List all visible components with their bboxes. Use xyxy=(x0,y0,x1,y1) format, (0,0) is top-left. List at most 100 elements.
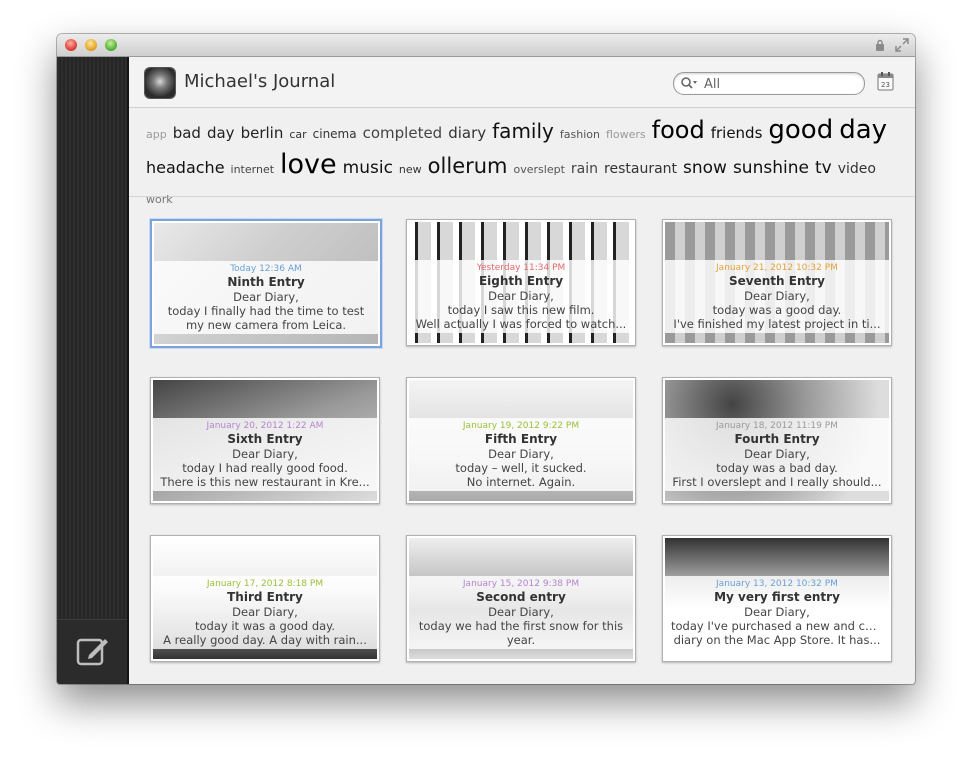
entry-text-line: Dear Diary, xyxy=(233,290,299,304)
entry-card[interactable]: Today 12:36 AM Ninth Entry Dear Diary, toda… xyxy=(150,219,382,348)
tag-ollerum[interactable]: ollerum xyxy=(428,151,508,181)
entry-card[interactable]: January 13, 2012 10:32 PM My very first e… xyxy=(662,535,892,662)
tag-berlin[interactable]: berlin xyxy=(241,118,284,148)
tag-rain[interactable]: rain xyxy=(571,154,598,184)
entry-preview: January 17, 2012 8:18 PM Third Entry Dear … xyxy=(153,576,377,649)
calendar-icon[interactable]: 23 xyxy=(877,71,894,91)
entry-preview: January 20, 2012 1:22 AM Sixth Entry Dear … xyxy=(153,418,377,491)
entry-text-line: today I've purchased a new and cute xyxy=(671,619,884,633)
entry-text-line: today we had the first snow for this xyxy=(418,619,624,633)
tag-diary[interactable]: diary xyxy=(448,118,486,148)
fullscreen-icon[interactable] xyxy=(895,38,909,52)
entry-date: January 15, 2012 9:38 PM xyxy=(462,579,580,589)
tag-day[interactable]: day xyxy=(207,118,235,148)
close-button[interactable] xyxy=(65,39,77,51)
entry-text-line: No internet. Again. xyxy=(466,475,576,489)
tag-tv[interactable]: tv xyxy=(815,153,832,183)
entry-text-line: Dear Diary, xyxy=(488,447,554,461)
entries-grid: Today 12:36 AM Ninth Entry Dear Diary, toda… xyxy=(129,197,915,684)
entry-card[interactable]: January 17, 2012 8:18 PM Third Entry Dear … xyxy=(150,535,380,662)
entry-title: My very first entry xyxy=(714,590,840,604)
tag-flowers[interactable]: flowers xyxy=(606,120,646,150)
tag-headache[interactable]: headache xyxy=(146,153,225,183)
entry-text-line: today was a good day. xyxy=(712,303,842,317)
entry-text-line: Dear Diary, xyxy=(488,289,554,303)
tag-video[interactable]: video xyxy=(838,154,876,184)
entry-text-line: my new camera from Leica. xyxy=(185,318,347,332)
entry-text-line: today I finally had the time to test xyxy=(167,304,365,318)
entry-text-line: today I had really good food. xyxy=(182,461,348,475)
entry-title: Second entry xyxy=(476,590,566,604)
tag-app[interactable]: app xyxy=(146,120,167,150)
tag-bad[interactable]: bad xyxy=(173,118,201,148)
title-bar[interactable] xyxy=(57,34,915,57)
entry-card[interactable]: January 21, 2012 10:32 PM Seventh Entry De… xyxy=(662,219,892,346)
tag-internet[interactable]: internet xyxy=(231,155,275,185)
zoom-button[interactable] xyxy=(105,39,117,51)
entry-card[interactable]: January 15, 2012 9:38 PM Second entry Dear… xyxy=(406,535,636,662)
entry-date: January 17, 2012 8:18 PM xyxy=(206,579,324,589)
entry-preview: January 15, 2012 9:38 PM Second entry Dear… xyxy=(409,576,633,649)
entry-text-line: today it was a good day. xyxy=(194,619,335,633)
tag-cloud: app bad day berlin car cinema completed diary fa… xyxy=(146,115,898,206)
tag-new[interactable]: new xyxy=(399,155,422,185)
sidebar xyxy=(57,57,129,684)
entry-text-line: Well actually I was forced to watch... xyxy=(415,317,627,331)
entry-date: January 13, 2012 10:32 PM xyxy=(716,579,838,589)
tag-good[interactable]: good xyxy=(768,115,833,145)
entry-date: January 21, 2012 10:32 PM xyxy=(716,263,838,273)
entry-text-line: year. xyxy=(506,633,536,647)
app-logo xyxy=(145,68,175,98)
entry-text-line: today was a bad day. xyxy=(716,461,838,475)
header: Michael's Journal 23 xyxy=(129,57,915,108)
entry-title: Ninth Entry xyxy=(227,275,305,289)
entry-text-line: There is this new restaurant in Kre... xyxy=(160,475,370,489)
tag-car[interactable]: car xyxy=(289,120,306,150)
entry-title: Sixth Entry xyxy=(227,432,303,446)
app-title: Michael's Journal xyxy=(184,71,336,92)
tag-family[interactable]: family xyxy=(492,116,554,146)
search-field[interactable] xyxy=(673,72,865,95)
entry-card[interactable]: Yesterday 11:34 PM Eighth Entry Dear Diary… xyxy=(406,219,636,346)
tag-cinema[interactable]: cinema xyxy=(313,119,357,149)
tag-overslept[interactable]: overslept xyxy=(514,155,565,185)
calendar-day: 23 xyxy=(881,81,890,89)
entry-date: January 19, 2012 9:22 PM xyxy=(462,421,580,431)
entry-date: January 18, 2012 11:19 PM xyxy=(716,421,838,431)
tag-day[interactable]: day xyxy=(839,115,887,145)
tag-sunshine[interactable]: sunshine xyxy=(733,153,809,183)
tag-love[interactable]: love xyxy=(280,150,337,180)
tag-music[interactable]: music xyxy=(343,153,393,183)
entry-text-line: Dear Diary, xyxy=(744,605,810,619)
entry-text-line: today I saw this new film. xyxy=(447,303,595,317)
entry-card[interactable]: January 19, 2012 9:22 PM Fifth Entry Dear … xyxy=(406,377,636,504)
entry-text-line: I've finished my latest project in ti... xyxy=(673,317,881,331)
tag-work[interactable]: work xyxy=(146,185,173,215)
minimize-button[interactable] xyxy=(85,39,97,51)
tag-snow[interactable]: snow xyxy=(683,153,727,183)
entry-text-line: Dear Diary, xyxy=(744,289,810,303)
tag-completed[interactable]: completed xyxy=(363,118,443,148)
entry-title: Third Entry xyxy=(227,590,303,604)
search-icon[interactable] xyxy=(680,76,698,90)
search-input[interactable] xyxy=(702,74,856,94)
tag-fashion[interactable]: fashion xyxy=(560,120,600,150)
entry-text-line: Dear Diary, xyxy=(744,447,810,461)
tag-food[interactable]: food xyxy=(652,115,705,145)
entry-date: Yesterday 11:34 PM xyxy=(476,263,566,273)
entry-text-line: Dear Diary, xyxy=(488,605,554,619)
entry-preview: January 18, 2012 11:19 PM Fourth Entry Dea… xyxy=(665,418,889,491)
entry-card[interactable]: January 18, 2012 11:19 PM Fourth Entry Dea… xyxy=(662,377,892,504)
entry-card[interactable]: January 20, 2012 1:22 AM Sixth Entry Dear … xyxy=(150,377,380,504)
entry-text-line: Dear Diary, xyxy=(232,605,298,619)
compose-icon xyxy=(76,638,108,666)
entry-date: January 20, 2012 1:22 AM xyxy=(206,421,324,431)
entry-title: Fourth Entry xyxy=(734,432,820,446)
tag-friends[interactable]: friends xyxy=(711,118,763,148)
entry-text-line: Dear Diary, xyxy=(232,447,298,461)
new-entry-button[interactable] xyxy=(57,619,127,684)
entry-date: Today 12:36 AM xyxy=(230,264,302,274)
entry-preview: January 21, 2012 10:32 PM Seventh Entry De… xyxy=(665,260,889,333)
lock-icon xyxy=(876,39,884,51)
tag-restaurant[interactable]: restaurant xyxy=(604,154,677,184)
